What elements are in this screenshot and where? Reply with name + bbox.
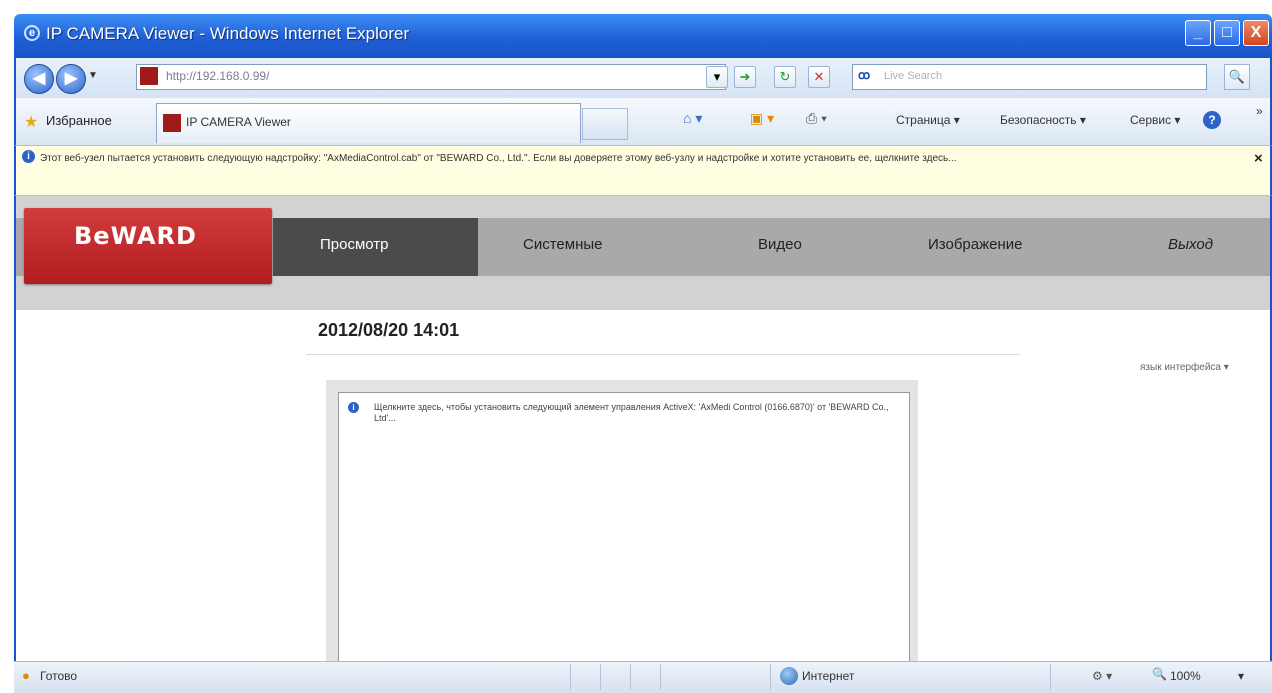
- new-tab-button[interactable]: [582, 108, 628, 140]
- activex-install-prompt[interactable]: Щелкните здесь, чтобы установить следующ…: [374, 402, 904, 424]
- tab-favicon-icon: [163, 114, 181, 132]
- search-button[interactable]: 🔍: [1224, 64, 1250, 90]
- content-divider: [306, 354, 1020, 355]
- help-icon[interactable]: ?: [1203, 111, 1221, 129]
- safety-menu[interactable]: Безопасность ▾: [1000, 113, 1086, 127]
- address-dropdown-icon[interactable]: ▾: [706, 66, 728, 88]
- camera-datetime: 2012/08/20 14:01: [318, 320, 460, 340]
- status-text: Готово: [40, 669, 78, 683]
- forward-button[interactable]: ▶: [56, 64, 86, 94]
- page-status-icon: ●: [22, 668, 30, 683]
- minimize-button[interactable]: _: [1185, 20, 1211, 46]
- language-selector[interactable]: язык интерфейса ▾: [1140, 362, 1229, 373]
- site-favicon-icon: [140, 67, 158, 85]
- nav-item-video[interactable]: Видео: [758, 236, 802, 253]
- status-divider: [600, 664, 601, 690]
- feeds-icon[interactable]: ▣ ▾: [750, 110, 774, 127]
- search-placeholder[interactable]: Live Search: [884, 70, 942, 82]
- nav-item-exit[interactable]: Выход: [1168, 236, 1213, 253]
- information-bar-text[interactable]: Этот веб-узел пытается установить следую…: [40, 150, 1230, 167]
- internet-zone-icon: [780, 667, 798, 685]
- go-icon[interactable]: ➜: [734, 66, 756, 88]
- protected-mode-icon[interactable]: ⚙ ▾: [1092, 669, 1112, 683]
- nav-item-image[interactable]: Изображение: [928, 236, 1023, 253]
- toolbar-overflow-icon[interactable]: »: [1256, 104, 1263, 118]
- favorites-star-icon[interactable]: ★: [24, 112, 38, 132]
- nav-item-view[interactable]: Просмотр: [320, 236, 389, 253]
- tools-menu[interactable]: Сервис ▾: [1130, 113, 1180, 127]
- window-title: IP CAMERA Viewer - Windows Internet Expl…: [46, 24, 410, 43]
- status-divider: [770, 664, 771, 690]
- activex-info-icon: i: [348, 402, 359, 413]
- status-divider: [1050, 664, 1051, 690]
- status-divider: [570, 664, 571, 690]
- recent-pages-dropdown[interactable]: ▼: [88, 70, 98, 81]
- zoom-icon[interactable]: 🔍: [1152, 667, 1167, 681]
- page-menu[interactable]: Страница ▾: [896, 113, 960, 127]
- status-divider: [630, 664, 631, 690]
- favorites-button[interactable]: Избранное: [46, 113, 112, 128]
- video-viewer-area[interactable]: [338, 392, 910, 662]
- address-url[interactable]: http://192.168.0.99/: [166, 69, 269, 83]
- beward-logo-text: BeWARD: [74, 222, 197, 250]
- security-zone-label: Интернет: [802, 669, 855, 683]
- print-icon[interactable]: ⎙ ▾: [806, 110, 827, 127]
- status-bar: [14, 661, 1272, 693]
- home-icon[interactable]: ⌂ ▾: [683, 110, 702, 127]
- maximize-button[interactable]: □: [1214, 20, 1240, 46]
- close-window-button[interactable]: X: [1243, 20, 1269, 46]
- refresh-icon[interactable]: ↻: [774, 66, 796, 88]
- zoom-dropdown-icon[interactable]: ▾: [1238, 669, 1244, 683]
- ie-logo-icon: e: [24, 25, 40, 41]
- close-infobar-button[interactable]: ×: [1254, 150, 1263, 167]
- info-shield-icon: i: [22, 150, 35, 163]
- tab-title[interactable]: IP CAMERA Viewer: [186, 115, 291, 129]
- status-divider: [660, 664, 661, 690]
- stop-icon[interactable]: ✕: [808, 66, 830, 88]
- live-search-icon: ꝏ: [858, 68, 871, 82]
- zoom-level[interactable]: 100%: [1170, 669, 1201, 683]
- nav-item-system[interactable]: Системные: [523, 236, 602, 253]
- back-button[interactable]: ◀: [24, 64, 54, 94]
